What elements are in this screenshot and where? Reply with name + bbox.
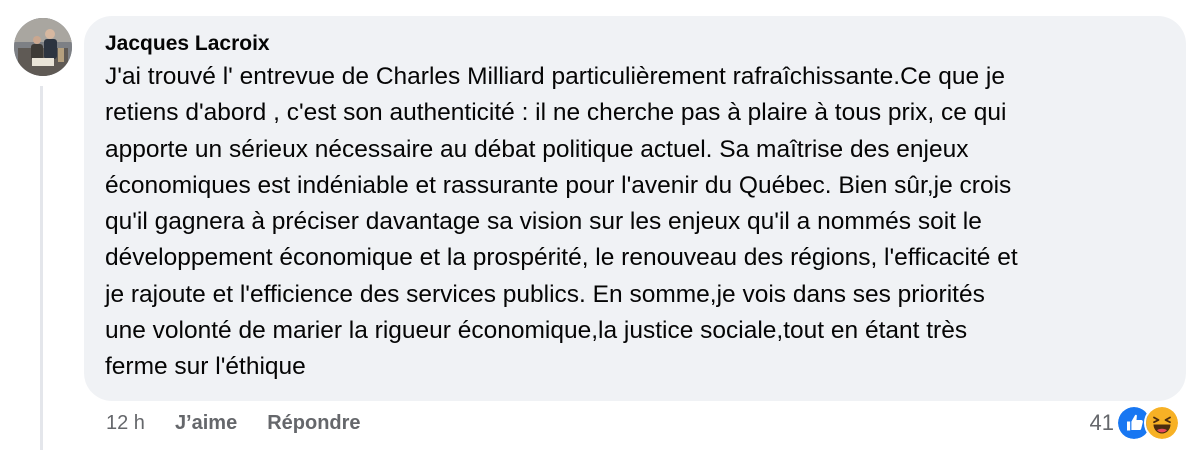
comment-text-line: qu'il gagnera à préciser davantage sa vi… xyxy=(105,208,982,236)
comment-text-line: ferme sur l'éthique xyxy=(105,353,306,381)
comment: Jacques Lacroix J'ai trouvé l' entrevue … xyxy=(0,0,1200,450)
haha-reaction-icon xyxy=(1144,405,1180,441)
comment-bubble: Jacques Lacroix J'ai trouvé l' entrevue … xyxy=(84,16,1186,401)
comment-text-line: une volonté de marier la rigueur économi… xyxy=(105,317,968,345)
comment-text-line: retiens d'abord , c'est son authenticité… xyxy=(105,99,1007,127)
comment-text-line: économiques est indéniable et rassurante… xyxy=(105,171,1012,199)
comment-text-line: je rajoute et l'efficience des services … xyxy=(105,280,985,308)
comment-text-line: développement économique et la prospérit… xyxy=(105,244,1018,272)
comment-text: J'ai trouvé l' entrevue de Charles Milli… xyxy=(105,59,1166,386)
thread-line xyxy=(40,86,43,450)
comment-text-line: J'ai trouvé l' entrevue de Charles Milli… xyxy=(105,63,1005,90)
like-button[interactable]: J’aime xyxy=(175,412,237,435)
avatar-photo xyxy=(14,18,72,76)
reaction-count: 41 xyxy=(1089,410,1114,435)
author-name[interactable]: Jacques Lacroix xyxy=(105,30,270,58)
reply-button[interactable]: Répondre xyxy=(267,412,360,435)
comment-actions: 12 h J’aime Répondre xyxy=(106,409,361,437)
reaction-summary[interactable]: 41 xyxy=(1090,405,1180,441)
comment-text-line: apporte un sérieux nécessaire au débat p… xyxy=(105,135,969,163)
avatar[interactable] xyxy=(14,18,72,76)
timestamp[interactable]: 12 h xyxy=(106,412,145,435)
